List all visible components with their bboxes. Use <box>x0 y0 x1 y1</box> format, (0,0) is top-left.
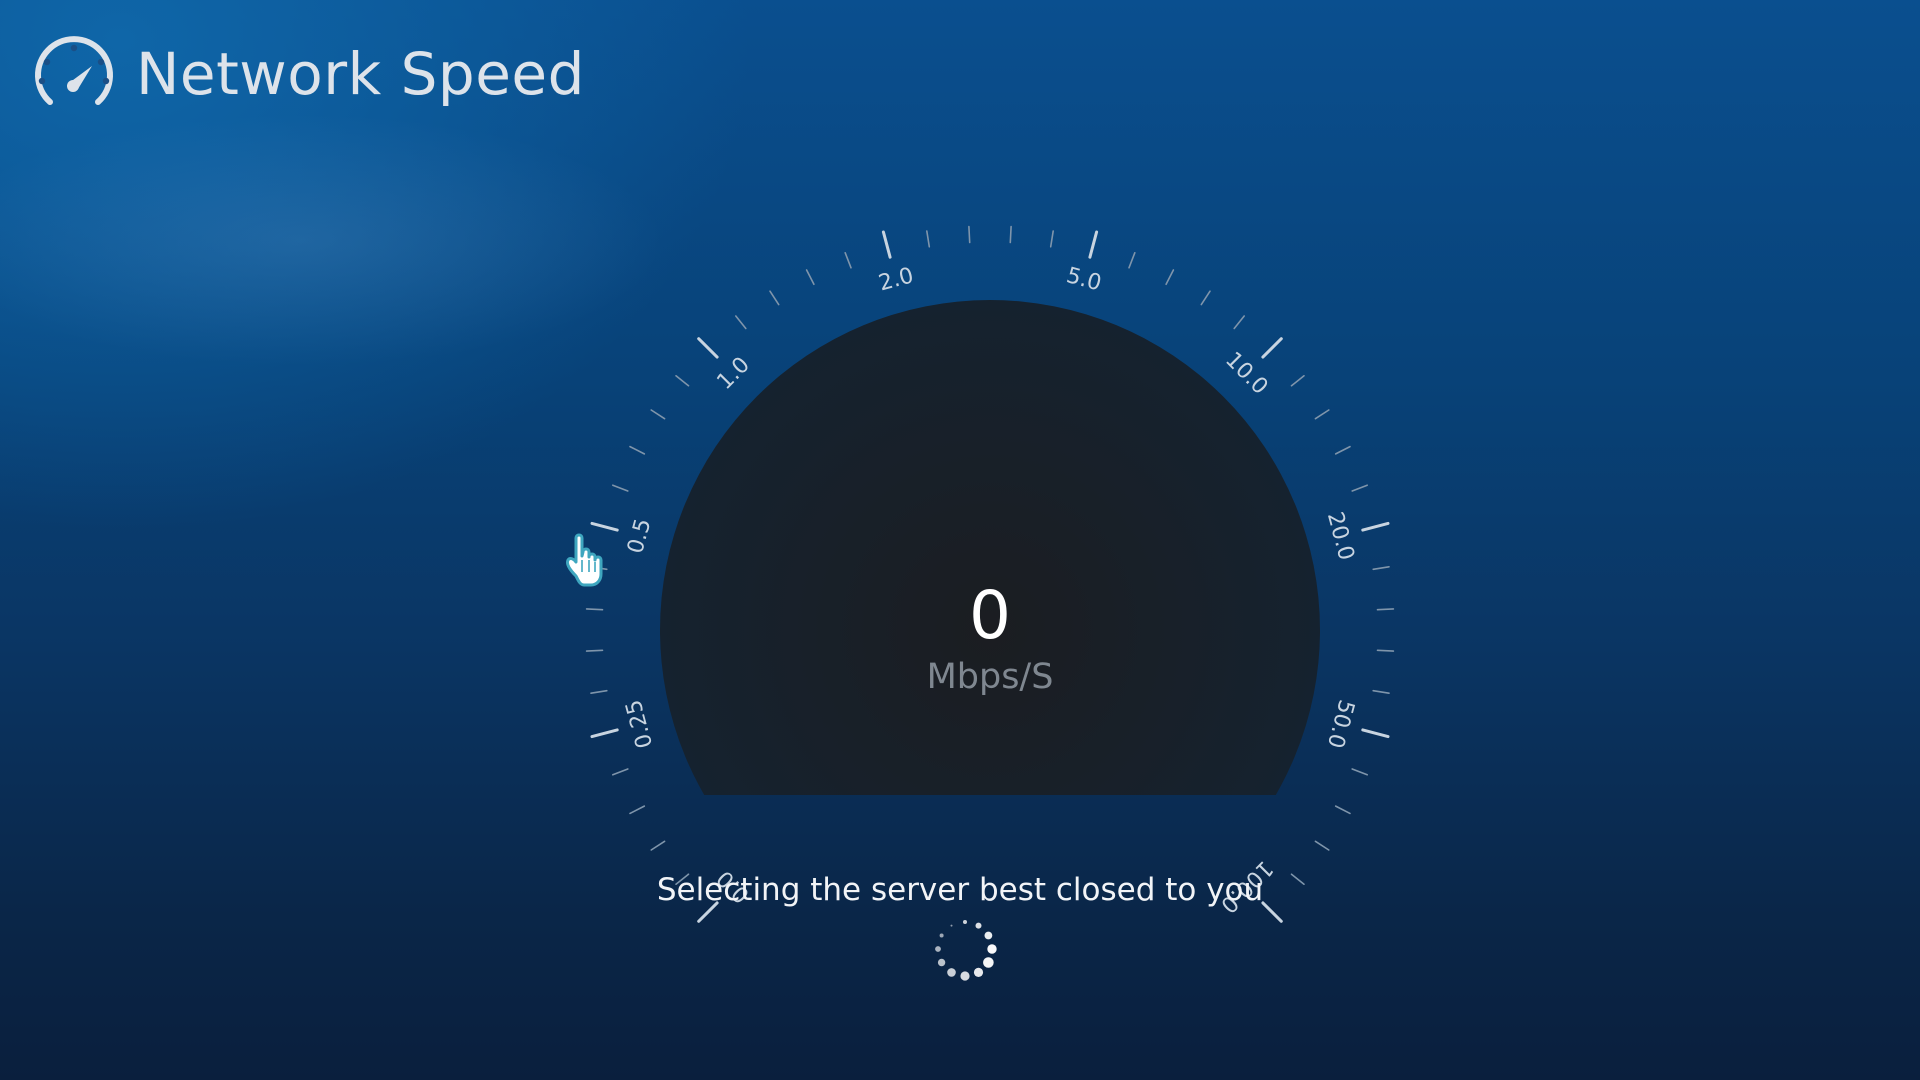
spinner-dot <box>963 920 967 924</box>
gauge-minor-tick <box>1334 805 1351 815</box>
spinner-dot <box>937 958 946 967</box>
gauge-minor-tick <box>590 689 608 695</box>
gauge-scale-label: 2.0 <box>876 263 916 296</box>
gauge-minor-tick <box>629 805 646 815</box>
spinner-dot <box>935 946 941 952</box>
gauge-scale-label: 50.0 <box>1322 697 1359 751</box>
gauge-major-tick <box>1361 728 1390 739</box>
spinner-dot <box>973 967 984 977</box>
gauge-minor-tick <box>1290 374 1305 387</box>
gauge-major-tick <box>697 337 719 359</box>
gauge-scale-label: 5.0 <box>1064 263 1104 296</box>
spinner-dot <box>947 968 956 977</box>
spinner-dot <box>960 971 970 981</box>
loading-spinner-icon <box>935 920 997 981</box>
gauge-minor-tick <box>629 445 646 455</box>
gauge-minor-tick <box>1165 269 1175 286</box>
gauge-scale-label: 0.5 <box>623 516 656 556</box>
gauge-minor-tick <box>1314 840 1330 851</box>
spinner-dot <box>950 924 953 927</box>
gauge-minor-tick <box>611 484 629 492</box>
gauge-scale-label: 1.0 <box>712 352 754 394</box>
gauge-minor-tick <box>1128 252 1136 269</box>
gauge-minor-tick <box>734 315 747 330</box>
gauge-minor-tick <box>769 290 780 306</box>
gauge-minor-tick <box>611 768 629 776</box>
gauge-minor-tick <box>1372 565 1390 571</box>
speed-value: 0 <box>969 577 1011 654</box>
gauge-minor-tick <box>1334 445 1351 455</box>
gauge-minor-tick <box>650 409 666 420</box>
spinner-dot <box>983 957 994 968</box>
gauge-minor-tick <box>675 374 690 387</box>
gauge-minor-tick <box>1376 608 1395 611</box>
hand-pointer-icon <box>566 533 603 587</box>
speed-unit: Mbps/S <box>927 657 1054 697</box>
gauge-major-tick <box>1088 230 1099 259</box>
gauge-minor-tick <box>1009 225 1012 244</box>
gauge-minor-tick <box>968 225 971 244</box>
spinner-dot <box>975 922 982 929</box>
gauge-major-tick <box>881 230 892 259</box>
gauge-scale-label: 20.0 <box>1322 509 1359 563</box>
gauge-minor-tick <box>925 230 931 248</box>
status-message: Selecting the server best closed to you <box>656 872 1264 908</box>
gauge-major-tick <box>590 728 619 739</box>
gauge-minor-tick <box>1200 290 1211 306</box>
gauge-minor-tick <box>650 840 666 851</box>
gauge-minor-tick <box>1233 315 1245 330</box>
gauge-minor-tick <box>844 252 852 269</box>
gauge-major-tick <box>1261 337 1283 359</box>
gauge-minor-tick <box>1314 409 1330 420</box>
gauge-minor-tick <box>1376 649 1395 652</box>
gauge-minor-tick <box>585 608 604 611</box>
gauge-minor-tick <box>1049 230 1054 248</box>
gauge-minor-tick <box>1372 689 1390 695</box>
gauge-major-tick <box>1361 521 1390 532</box>
gauge-minor-tick <box>1351 768 1368 776</box>
gauge-minor-tick <box>805 269 815 286</box>
gauge-scale-label: 0.25 <box>621 697 658 751</box>
spinner-dot <box>987 944 997 954</box>
spinner-dot <box>939 933 944 938</box>
gauge-minor-tick <box>1351 484 1368 492</box>
gauge-minor-tick <box>585 649 604 652</box>
spinner-dot <box>984 931 993 940</box>
